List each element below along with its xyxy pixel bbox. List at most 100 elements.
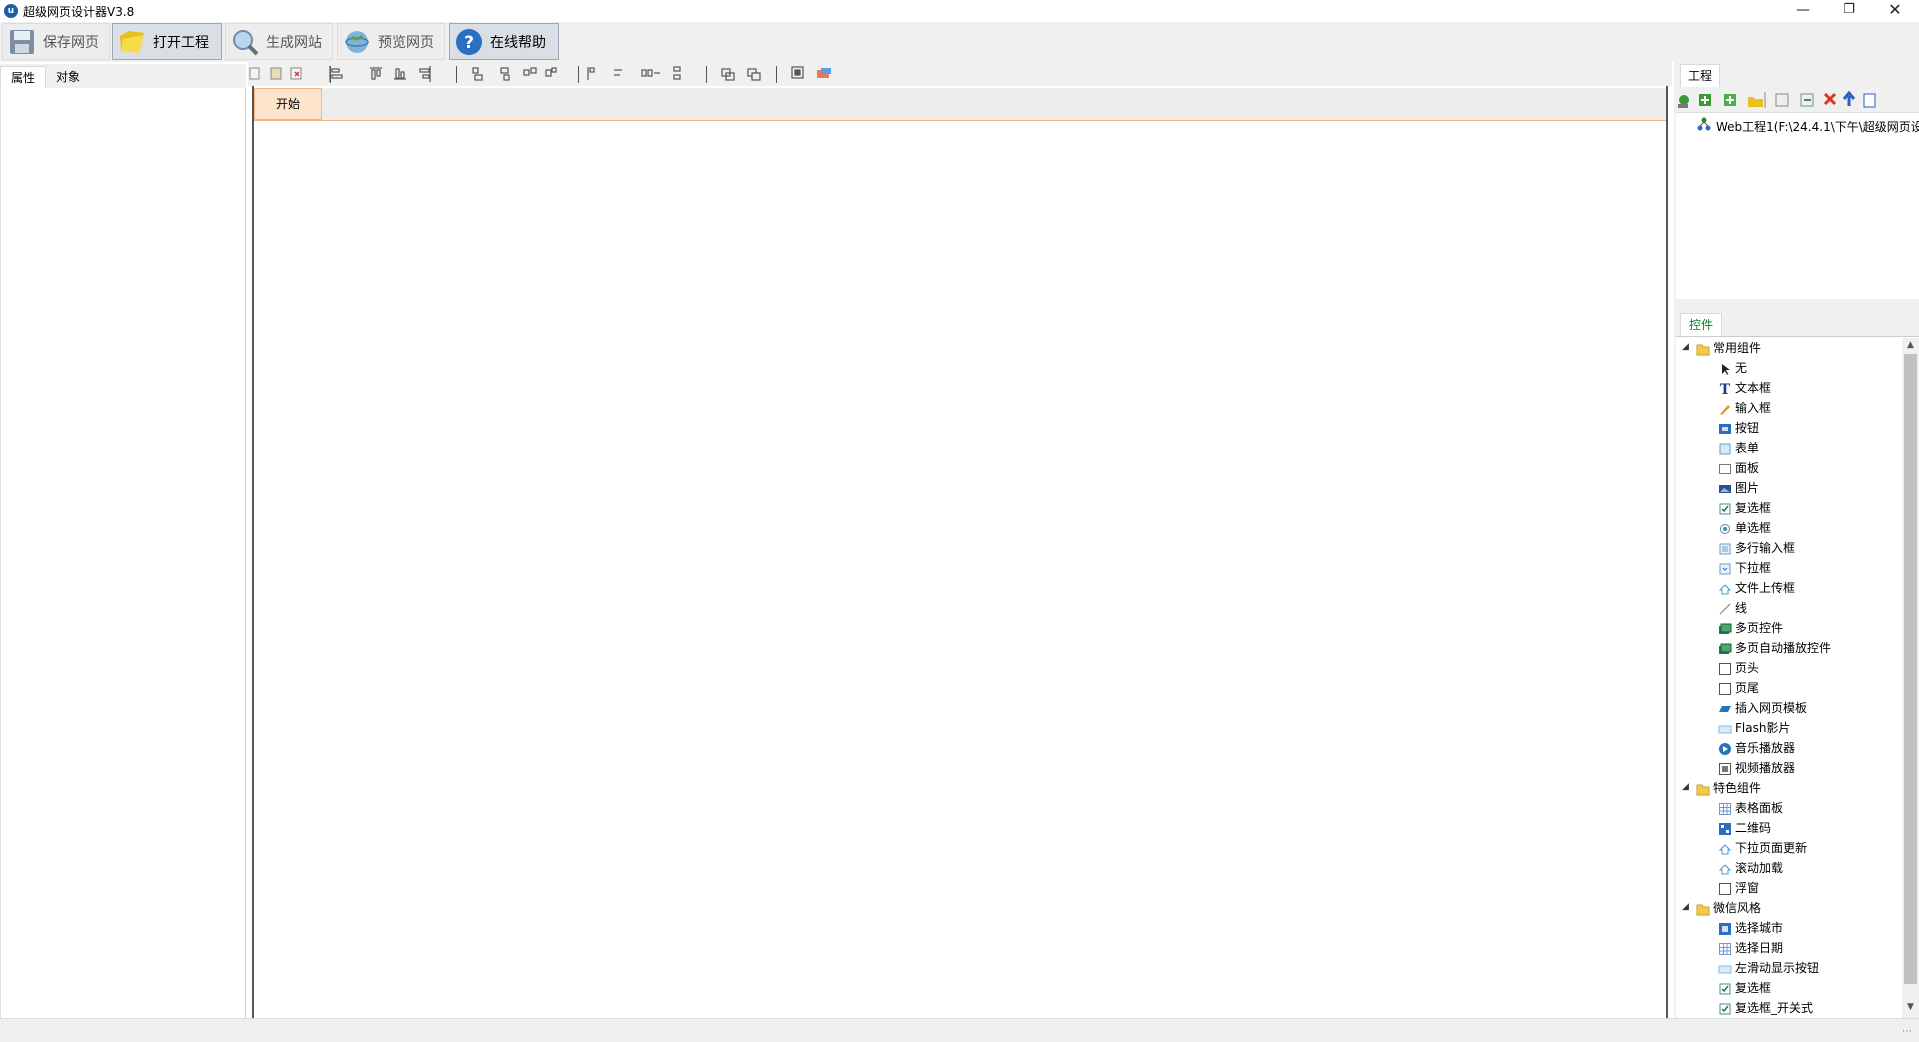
tree-item[interactable]: 页头 [1718, 658, 1759, 678]
paste-icon[interactable] [270, 68, 284, 81]
tree-item[interactable]: 浮窗 [1718, 878, 1759, 898]
delete-icon[interactable] [290, 68, 304, 81]
textarea-icon [1718, 542, 1732, 556]
tree-item[interactable]: T 文本框 [1718, 378, 1771, 398]
tab-controls[interactable]: 控件 [1680, 313, 1722, 336]
tree-item[interactable]: 表格面板 [1718, 798, 1783, 818]
tree-item[interactable]: 输入框 [1718, 398, 1771, 418]
tree-item[interactable]: 插入网页模板 [1718, 698, 1807, 718]
tree-item[interactable]: 视频播放器 [1718, 758, 1795, 778]
magnifier-icon [230, 27, 260, 57]
group-icon[interactable] [790, 68, 804, 81]
close-button[interactable]: ✕ [1872, 0, 1918, 22]
restore-button[interactable]: ❐ [1826, 0, 1872, 22]
tree-item[interactable]: 文件上传框 [1718, 578, 1795, 598]
tree-item[interactable]: 下拉框 [1718, 558, 1771, 578]
multipage-icon [1718, 622, 1732, 636]
preview-page-label: 预览网页 [378, 34, 434, 51]
upload-icon [1718, 582, 1732, 596]
scroll-up-icon[interactable]: ▲ [1902, 340, 1919, 350]
tree-item[interactable]: 复选框_开关式 [1718, 998, 1813, 1018]
tree-item-label: 单选框 [1735, 521, 1772, 535]
tree-group-2[interactable]: 微信风格 [1696, 898, 1761, 918]
resize-grip-icon[interactable]: ⋯ [1902, 1026, 1912, 1037]
folder-open-icon [117, 27, 147, 57]
tree-item-label: 表格面板 [1735, 801, 1784, 815]
tree-item[interactable]: 表单 [1718, 438, 1759, 458]
horizontal-spacing-icon[interactable] [612, 68, 626, 81]
save-page-button[interactable]: 保存网页 [2, 23, 110, 60]
open-folder-icon[interactable] [1747, 92, 1763, 108]
tree-item[interactable]: 线 [1718, 598, 1747, 618]
scroll-load-icon [1718, 862, 1732, 876]
tree-item[interactable]: 复选框 [1718, 978, 1771, 998]
add-page-icon[interactable] [1698, 92, 1714, 108]
tree-item[interactable]: Flash影片 [1718, 718, 1790, 738]
tree-item[interactable]: 页尾 [1718, 678, 1759, 698]
properties-icon[interactable] [1775, 92, 1791, 108]
open-project-button[interactable]: 打开工程 [112, 23, 222, 60]
tab-attributes[interactable]: 属性 [0, 66, 47, 89]
tree-item[interactable]: 滚动加载 [1718, 858, 1783, 878]
preview-page-button[interactable]: 预览网页 [337, 23, 445, 60]
tree-item[interactable]: 选择城市 [1718, 918, 1783, 938]
tree-item[interactable]: 单选框 [1718, 518, 1771, 538]
separator [776, 66, 777, 83]
add-item-icon[interactable] [1723, 92, 1739, 108]
move-up-icon[interactable] [1842, 92, 1858, 108]
add-project-icon[interactable] [1676, 92, 1692, 108]
tree-item[interactable]: 多页自动播放控件 [1718, 638, 1831, 658]
tree-item[interactable]: 面板 [1718, 458, 1759, 478]
align-bottom-icon[interactable] [394, 68, 408, 81]
grid-icon [1718, 802, 1732, 816]
design-canvas[interactable] [252, 86, 1668, 1018]
tree-item-label: 复选框 [1735, 981, 1772, 995]
tree-item-label: 左滑动显示按钮 [1735, 961, 1820, 975]
tab-start[interactable]: 开始 [254, 88, 322, 120]
bring-to-front-icon[interactable] [722, 68, 736, 81]
delete-icon[interactable] [1824, 92, 1840, 108]
tree-collapse-icon[interactable]: ◢ [1682, 902, 1689, 912]
tree-item-label: 多页自动播放控件 [1735, 641, 1832, 655]
same-width-icon[interactable] [470, 68, 484, 81]
tree-item[interactable]: 下拉页面更新 [1718, 838, 1807, 858]
same-height-icon[interactable] [498, 68, 512, 81]
tree-item[interactable]: 音乐播放器 [1718, 738, 1795, 758]
tab-project[interactable]: 工程 [1680, 64, 1720, 87]
tree-item[interactable]: 按钮 [1718, 418, 1759, 438]
scrollbar-thumb[interactable] [1904, 354, 1917, 984]
tree-item[interactable]: 左滑动显示按钮 [1718, 958, 1819, 978]
tab-objects[interactable]: 对象 [46, 66, 90, 88]
online-help-button[interactable]: ? 在线帮助 [449, 23, 559, 60]
minimize-button[interactable]: — [1780, 0, 1826, 22]
align-top-icon[interactable] [370, 68, 384, 81]
tree-collapse-icon[interactable]: ◢ [1682, 342, 1689, 352]
vertical-spacing-icon[interactable] [586, 68, 600, 81]
tree-item[interactable]: 复选框 [1718, 498, 1771, 518]
tree-group-0[interactable]: 常用组件 [1696, 338, 1761, 358]
import-icon[interactable] [1800, 92, 1816, 108]
tree-group-1[interactable]: 特色组件 [1696, 778, 1761, 798]
distribute-vertical-icon[interactable] [672, 68, 686, 81]
generate-site-label: 生成网站 [266, 34, 322, 51]
tree-item[interactable]: 无 [1718, 358, 1747, 378]
tree-item[interactable]: 二维码 [1718, 818, 1771, 838]
project-root-node[interactable]: Web工程1(F:\24.4.1\下午\超级网页设计 [1716, 118, 1919, 135]
copy-icon[interactable] [250, 68, 264, 81]
tree-item[interactable]: 选择日期 [1718, 938, 1783, 958]
size-to-grid-icon[interactable] [546, 68, 560, 81]
tree-item[interactable]: 多行输入框 [1718, 538, 1795, 558]
align-left-icon[interactable] [332, 68, 346, 81]
scroll-down-icon[interactable]: ▼ [1902, 1002, 1919, 1012]
send-to-back-icon[interactable] [748, 68, 762, 81]
generate-site-button[interactable]: 生成网站 [225, 23, 333, 60]
color-icon[interactable] [816, 68, 830, 81]
tree-item-label: 视频播放器 [1735, 761, 1796, 775]
distribute-horizontal-icon[interactable] [642, 68, 656, 81]
tree-item[interactable]: 图片 [1718, 478, 1759, 498]
tree-collapse-icon[interactable]: ◢ [1682, 782, 1689, 792]
align-right-icon[interactable] [418, 68, 432, 81]
copy-page-icon[interactable] [1862, 92, 1878, 108]
tree-item[interactable]: 多页控件 [1718, 618, 1783, 638]
same-size-icon[interactable] [524, 68, 538, 81]
